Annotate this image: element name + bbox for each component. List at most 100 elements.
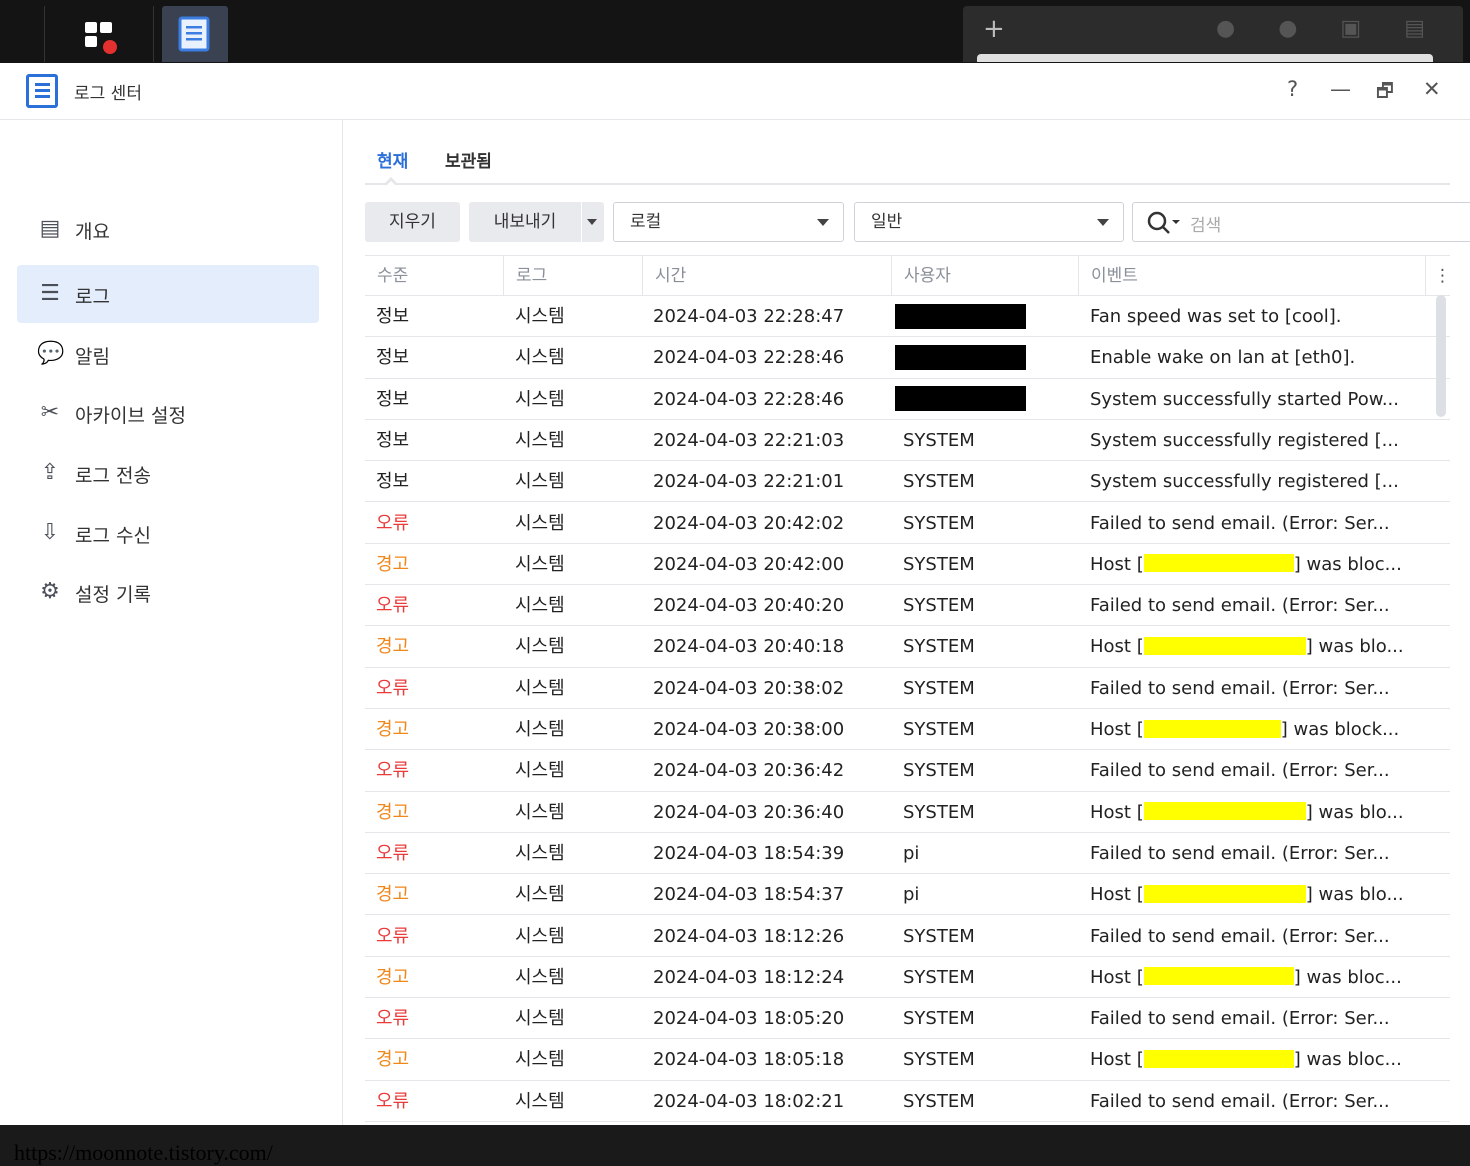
tab-current[interactable]: 현재 xyxy=(377,147,408,172)
cell-level: 오류 xyxy=(376,925,410,947)
table-row[interactable]: 정보 시스템 2024-04-03 22:28:46 Enable wake on l… xyxy=(365,337,1450,379)
close-icon[interactable]: ✕ xyxy=(1423,77,1441,101)
sidebar-item-log-receiving[interactable]: ⇩ 로그 수신 xyxy=(17,504,319,562)
search-input[interactable]: 검색 xyxy=(1132,202,1470,242)
table-row[interactable]: 오류 시스템 2024-04-03 18:02:21 SYSTEM Failed to … xyxy=(365,1081,1450,1122)
cell-event: Host [] was blo... xyxy=(1079,626,1450,667)
sidebar-item-settings-history[interactable]: ⚙ 설정 기록 xyxy=(17,563,319,621)
cell-user-text: SYSTEM xyxy=(903,719,975,740)
log-center-window: 로그 센터 ? — 🗗 ✕ ▤ 개요 ☰ 로그 💬 알림 ✂ 아카이브 설정 ⇪… xyxy=(0,63,1470,1165)
table-row[interactable]: 경고 시스템 2024-04-03 18:12:24 SYSTEM Host [] wa… xyxy=(365,957,1450,999)
tab-archived[interactable]: 보관됨 xyxy=(445,147,492,172)
cell-user: SYSTEM xyxy=(892,461,1079,502)
column-menu-icon[interactable]: ⋮ xyxy=(1426,256,1450,296)
cell-log: 시스템 xyxy=(515,1090,565,1112)
redacted-user xyxy=(895,344,1026,370)
cell-level: 경고 xyxy=(376,966,410,988)
cell-event: System successfully registered [... xyxy=(1079,461,1450,502)
sidebar-item-archive-settings[interactable]: ✂ 아카이브 설정 xyxy=(17,384,319,442)
cell-user-text: SYSTEM xyxy=(903,966,975,988)
table-row[interactable]: 정보 시스템 2024-04-03 22:21:01 SYSTEM System suc… xyxy=(365,461,1450,503)
list-icon: ☰ xyxy=(40,281,60,306)
add-widget-icon[interactable]: + xyxy=(983,14,1005,44)
cell-level: 오류 xyxy=(376,760,410,782)
sidebar-item-log-sending[interactable]: ⇪ 로그 전송 xyxy=(17,444,319,502)
cell-event-suffix: ] was block... xyxy=(1280,719,1400,740)
cell-event-suffix: ] was bloc... xyxy=(1293,553,1402,575)
table-row[interactable]: 정보 시스템 2024-04-03 22:21:03 SYSTEM System suc… xyxy=(365,420,1450,462)
sidebar-item-label: 아카이브 설정 xyxy=(75,405,186,427)
cell-level: 경고 xyxy=(376,884,410,906)
clear-button[interactable]: 지우기 xyxy=(365,202,460,242)
cell-time: 2024-04-03 18:12:26 xyxy=(653,925,845,947)
cell-log: 시스템 xyxy=(515,719,565,740)
cell-event-suffix: ] was bloc... xyxy=(1293,966,1402,988)
taskbar-log-center-button[interactable] xyxy=(162,6,228,62)
sidebar-item-overview[interactable]: ▤ 개요 xyxy=(17,200,319,258)
cell-event-suffix: ] was blo... xyxy=(1305,801,1404,823)
sidebar-item-log[interactable]: ☰ 로그 xyxy=(17,265,319,323)
cell-user: SYSTEM xyxy=(892,503,1079,544)
cell-log: 시스템 xyxy=(515,966,565,988)
table-row[interactable]: 오류 시스템 2024-04-03 18:05:20 SYSTEM Failed to … xyxy=(365,998,1450,1040)
table-row[interactable]: 오류 시스템 2024-04-03 20:36:42 SYSTEM Failed to … xyxy=(365,750,1450,792)
cell-time: 2024-04-03 20:36:42 xyxy=(653,760,845,782)
column-header-level[interactable]: 수준 xyxy=(365,256,504,296)
column-header-user[interactable]: 사용자 xyxy=(892,256,1079,296)
send-icon: ⇪ xyxy=(40,460,60,485)
redacted-host xyxy=(1143,719,1281,738)
table-row[interactable]: 경고 시스템 2024-04-03 18:05:18 SYSTEM Host [] wa… xyxy=(365,1039,1450,1081)
category-select[interactable]: 일반 xyxy=(854,202,1124,242)
cell-level: 정보 xyxy=(376,471,410,493)
table-row[interactable]: 오류 시스템 2024-04-03 18:12:26 SYSTEM Failed to … xyxy=(365,916,1450,957)
cell-time: 2024-04-03 20:42:02 xyxy=(653,512,845,534)
cell-log: 시스템 xyxy=(515,512,565,534)
search-placeholder: 검색 xyxy=(1190,216,1222,236)
table-row[interactable]: 오류 시스템 2024-04-03 20:38:02 SYSTEM Failed to … xyxy=(365,668,1450,709)
cell-time: 2024-04-03 18:02:21 xyxy=(653,1090,845,1112)
table-row[interactable]: 오류 시스템 2024-04-03 20:40:20 SYSTEM Failed to … xyxy=(365,585,1450,627)
table-row[interactable]: 경고 시스템 2024-04-03 20:42:00 SYSTEM Host [] wa… xyxy=(365,544,1450,586)
table-row[interactable]: 경고 시스템 2024-04-03 18:54:37 pi Host [] was bl… xyxy=(365,874,1450,916)
column-header-event[interactable]: 이벤트 xyxy=(1079,256,1426,296)
cell-time: 2024-04-03 22:21:01 xyxy=(653,471,845,493)
tray-icons[interactable]: ● ● ▣ ▤ xyxy=(1216,16,1443,41)
cell-user: pi xyxy=(892,874,1079,915)
source-select[interactable]: 로컬 xyxy=(613,202,844,242)
restore-icon[interactable]: 🗗 xyxy=(1376,77,1394,109)
table-row[interactable]: 정보 시스템 2024-04-03 22:28:47 Fan speed was se… xyxy=(365,296,1450,338)
cell-event-text: Enable wake on lan at [eth0]. xyxy=(1090,347,1356,369)
table-row[interactable]: 경고 시스템 2024-04-03 20:40:18 SYSTEM Host [] wa… xyxy=(365,626,1450,668)
column-header-time[interactable]: 시간 xyxy=(643,256,892,296)
column-header-log[interactable]: 로그 xyxy=(504,256,643,296)
active-tab-indicator xyxy=(383,175,399,187)
help-icon[interactable]: ? xyxy=(1287,77,1298,101)
table-row[interactable]: 경고 시스템 2024-04-03 20:38:00 SYSTEM Host [] wa… xyxy=(365,709,1450,751)
taskbar-package-center-button[interactable] xyxy=(44,6,154,62)
cell-event-text: Host [ xyxy=(1090,1049,1144,1071)
export-button[interactable]: 내보내기 xyxy=(469,202,581,242)
chevron-down-icon xyxy=(1097,219,1109,226)
cell-level: 오류 xyxy=(376,1008,410,1030)
table-row[interactable]: 경고 시스템 2024-04-03 20:36:40 SYSTEM Host [] wa… xyxy=(365,792,1450,833)
cell-event-text: System successfully registered [... xyxy=(1090,471,1399,493)
cell-event-text: Failed to send email. (Error: Ser... xyxy=(1090,1090,1390,1112)
cell-level: 경고 xyxy=(376,719,410,740)
cell-level: 경고 xyxy=(376,801,410,823)
tools-icon: ✂ xyxy=(40,400,60,425)
cell-user-text: SYSTEM xyxy=(903,760,975,782)
table-row[interactable]: 오류 시스템 2024-04-03 20:42:02 SYSTEM Failed to … xyxy=(365,503,1450,544)
log-center-taskbar-icon xyxy=(178,16,210,52)
cell-user-text: SYSTEM xyxy=(903,553,975,575)
cell-event: Failed to send email. (Error: Ser... xyxy=(1079,833,1450,874)
scrollbar[interactable] xyxy=(1436,295,1446,417)
table-row[interactable]: 정보 시스템 2024-04-03 22:28:46 System successfu… xyxy=(365,379,1450,420)
export-dropdown-button[interactable] xyxy=(582,202,604,242)
title-bar: 로그 센터 ? — 🗗 ✕ xyxy=(0,63,1470,120)
toolbar: 지우기 내보내기 로컬 일반 검색 xyxy=(365,202,1470,242)
cell-time: 2024-04-03 18:05:18 xyxy=(653,1049,845,1071)
cell-time: 2024-04-03 22:28:46 xyxy=(653,347,845,369)
sidebar-item-notifications[interactable]: 💬 알림 xyxy=(17,325,319,383)
table-row[interactable]: 오류 시스템 2024-04-03 18:54:39 pi Failed to send… xyxy=(365,833,1450,875)
minimize-icon[interactable]: — xyxy=(1330,77,1351,101)
